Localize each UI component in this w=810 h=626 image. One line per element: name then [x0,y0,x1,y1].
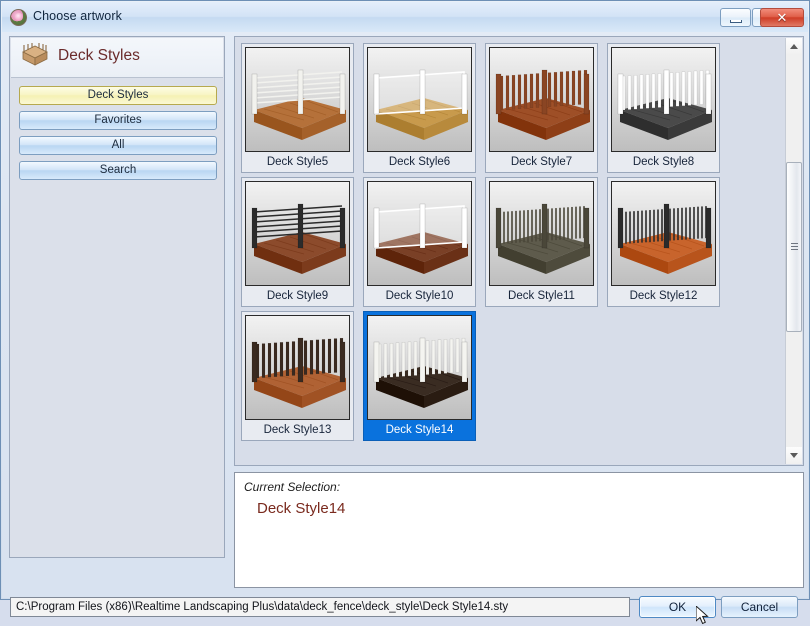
scroll-down-arrow-icon[interactable] [786,447,802,464]
window-title: Choose artwork [33,9,122,23]
gallery-tile[interactable]: Deck Style7 [485,43,598,173]
gallery-tile[interactable]: Deck Style13 [241,311,354,441]
sidebar: Deck Styles Deck Styles Favorites All Se… [9,36,225,558]
dialog-body: Deck Styles Deck Styles Favorites All Se… [2,32,808,625]
title-bar[interactable]: Choose artwork ✕ [2,2,808,33]
gallery-tile-label: Deck Style8 [632,156,695,168]
gallery-tile-label: Deck Style13 [263,424,332,436]
gallery-tile-label: Deck Style10 [385,290,454,302]
gallery-tile[interactable]: Deck Style8 [607,43,720,173]
deck-thumbnail-image [489,47,594,152]
gallery-grid: Deck Style5 Deck Style6 Deck Style7 Deck… [237,39,783,463]
artwork-gallery: Deck Style5 Deck Style6 Deck Style7 Deck… [234,36,804,466]
gallery-tile[interactable]: Deck Style11 [485,177,598,307]
deck-thumbnail-image [245,315,350,420]
gallery-tile-label: Deck Style11 [508,290,575,302]
gallery-tile[interactable]: Deck Style12 [607,177,720,307]
sidebar-button-favorites[interactable]: Favorites [19,111,217,130]
gallery-tile-label: Deck Style9 [266,290,329,302]
gallery-tile-label: Deck Style12 [629,290,698,302]
sidebar-button-search[interactable]: Search [19,161,217,180]
deck-thumbnail-image [611,47,716,152]
deck-thumbnail-image [245,47,350,152]
gallery-tile[interactable]: Deck Style14 [363,311,476,441]
deck-thumbnail-image [611,181,716,286]
gallery-tile[interactable]: Deck Style10 [363,177,476,307]
mouse-cursor-icon [696,606,709,625]
gallery-tile-label: Deck Style6 [388,156,451,168]
close-button[interactable]: ✕ [760,8,804,27]
close-icon: ✕ [776,10,788,25]
current-selection-panel: Current Selection: Deck Style14 [234,472,804,588]
sidebar-header: Deck Styles [11,38,223,78]
scrollbar-grip-icon [791,243,798,252]
minimize-icon [730,20,742,23]
sidebar-title: Deck Styles [58,47,140,64]
minimize-button[interactable] [720,8,751,27]
deck-thumbnail-image [367,47,472,152]
deck-icon [22,43,48,66]
sidebar-button-all[interactable]: All [19,136,217,155]
gallery-tile-label: Deck Style5 [266,156,329,168]
cancel-button[interactable]: Cancel [721,596,798,618]
scrollbar-thumb[interactable] [786,162,802,332]
deck-thumbnail-image [367,181,472,286]
gallery-tile[interactable]: Deck Style5 [241,43,354,173]
deck-thumbnail-image [367,315,472,420]
current-selection-label: Current Selection: [244,480,341,494]
gallery-tile-label: Deck Style14 [385,424,454,436]
current-selection-value: Deck Style14 [257,500,346,517]
gallery-scrollbar[interactable] [785,38,802,464]
gallery-tile-label: Deck Style7 [510,156,573,168]
sidebar-button-deck-styles[interactable]: Deck Styles [19,86,217,105]
scroll-up-arrow-icon[interactable] [786,38,802,55]
file-path-field[interactable]: C:\Program Files (x86)\Realtime Landscap… [10,597,630,617]
deck-thumbnail-image [489,181,594,286]
gallery-tile[interactable]: Deck Style9 [241,177,354,307]
choose-artwork-dialog: Choose artwork ✕ Deck Styles Deck Styles… [0,0,810,625]
deck-thumbnail-image [245,181,350,286]
app-flower-icon [10,9,27,26]
gallery-tile[interactable]: Deck Style6 [363,43,476,173]
